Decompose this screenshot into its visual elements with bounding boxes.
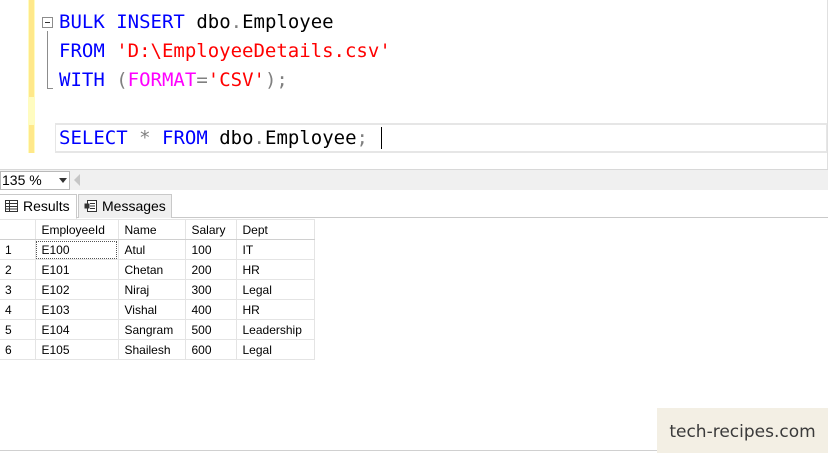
identifier: dbo	[219, 127, 254, 149]
change-tracking-bar	[29, 0, 34, 97]
operator: =	[196, 69, 208, 91]
operator: .	[230, 11, 243, 33]
messages-icon	[84, 200, 97, 212]
table-row[interactable]: 2 E101 Chetan 200 HR	[0, 259, 315, 280]
row-number[interactable]: 1	[0, 239, 36, 260]
tab-messages-label: Messages	[102, 198, 166, 214]
row-number[interactable]: 2	[0, 259, 36, 280]
keyword: BULK	[59, 11, 105, 33]
grid-cell[interactable]: Niraj	[117, 279, 186, 300]
table-row[interactable]: 3 E102 Niraj 300 Legal	[0, 279, 315, 300]
code-line-2[interactable]: FROM 'D:\EmployeeDetails.csv'	[59, 39, 391, 63]
row-number[interactable]: 3	[0, 279, 36, 300]
option-name: FORMAT	[127, 69, 197, 91]
chevron-down-icon[interactable]	[59, 178, 67, 183]
grid-cell[interactable]: 600	[184, 339, 237, 360]
code-line-5[interactable]: SELECT * FROM dbo.Employee;	[59, 126, 368, 150]
grid-cell[interactable]: 200	[184, 259, 237, 280]
tab-messages[interactable]: Messages	[78, 194, 172, 218]
grid-cell[interactable]: E104	[34, 319, 119, 340]
grid-cell[interactable]: IT	[235, 239, 315, 260]
grid-cell[interactable]: Legal	[235, 279, 315, 300]
row-number-header[interactable]	[0, 219, 36, 240]
tab-results-label: Results	[23, 198, 70, 214]
results-tabstrip: Results Messages	[0, 190, 828, 219]
code-line-3[interactable]: WITH (FORMAT='CSV');	[59, 68, 288, 92]
string-literal: 'D:\EmployeeDetails.csv'	[116, 40, 391, 62]
grid-cell[interactable]: Chetan	[117, 259, 186, 280]
query-editor[interactable]: BULK INSERT dbo.Employee FROM 'D:\Employ…	[0, 0, 828, 169]
grid-cell[interactable]: 400	[184, 299, 237, 320]
grid-cell[interactable]: E100	[34, 239, 119, 260]
row-number[interactable]: 6	[0, 339, 36, 360]
collapse-toggle-icon[interactable]	[42, 17, 53, 28]
zoom-select[interactable]: 135 %	[0, 171, 70, 190]
grid-cell[interactable]: E103	[34, 299, 119, 320]
operator: (	[116, 69, 128, 91]
string-literal: 'CSV'	[207, 69, 265, 91]
results-grid[interactable]: EmployeeId Name Salary Dept 1 E100 Atul …	[0, 219, 315, 360]
keyword: WITH	[59, 69, 105, 91]
keyword: FROM	[162, 127, 208, 149]
scroll-left-arrow-icon[interactable]	[74, 174, 80, 186]
tab-results[interactable]: Results	[0, 194, 77, 219]
text-caret	[381, 127, 382, 149]
watermark: tech-recipes.com	[657, 408, 828, 453]
grid-cell[interactable]: 300	[184, 279, 237, 300]
grid-cell[interactable]: 100	[184, 239, 237, 260]
row-number[interactable]: 4	[0, 299, 36, 320]
column-header[interactable]: Dept	[235, 219, 315, 240]
grid-cell[interactable]: E101	[34, 259, 119, 280]
operator: .	[253, 127, 265, 149]
grid-cell[interactable]: E105	[34, 339, 119, 360]
keyword: SELECT	[59, 127, 128, 149]
operator: )	[264, 69, 277, 91]
column-header[interactable]: EmployeeId	[34, 219, 119, 240]
row-number[interactable]: 5	[0, 319, 36, 340]
grid-cell[interactable]: 500	[184, 319, 237, 340]
grid-cell[interactable]: Atul	[117, 239, 186, 260]
grid-cell[interactable]: Legal	[235, 339, 315, 360]
grid-cell[interactable]: HR	[235, 259, 315, 280]
identifier: Employee	[242, 11, 334, 33]
outline-line	[47, 31, 53, 89]
grid-cell[interactable]: Vishal	[117, 299, 186, 320]
grid-cell[interactable]: Leadership	[235, 319, 315, 340]
operator: ;	[276, 69, 288, 91]
table-row[interactable]: 5 E104 Sangram 500 Leadership	[0, 319, 315, 340]
operator: *	[139, 127, 151, 149]
grid-cell[interactable]: Shailesh	[117, 339, 186, 360]
grid-cell[interactable]: E102	[34, 279, 119, 300]
column-header[interactable]: Name	[117, 219, 186, 240]
grid-cell[interactable]: Sangram	[117, 319, 186, 340]
identifier: dbo	[196, 11, 231, 33]
identifier: Employee	[265, 127, 357, 149]
table-row[interactable]: 4 E103 Vishal 400 HR	[0, 299, 315, 320]
grid-cell[interactable]: HR	[235, 299, 315, 320]
zoom-value: 135 %	[2, 172, 42, 188]
table-row[interactable]: 1 E100 Atul 100 IT	[0, 239, 315, 260]
keyword: INSERT	[116, 11, 185, 33]
zoom-bar: 135 %	[0, 169, 828, 190]
keyword: FROM	[59, 40, 105, 62]
grid-header-row: EmployeeId Name Salary Dept	[0, 219, 315, 240]
code-line-1[interactable]: BULK INSERT dbo.Employee	[59, 10, 334, 34]
column-header[interactable]: Salary	[184, 219, 237, 240]
change-tracking-bar	[29, 125, 34, 153]
table-row[interactable]: 6 E105 Shailesh 600 Legal	[0, 339, 315, 360]
grid-icon	[5, 200, 18, 212]
operator: ;	[356, 127, 368, 149]
